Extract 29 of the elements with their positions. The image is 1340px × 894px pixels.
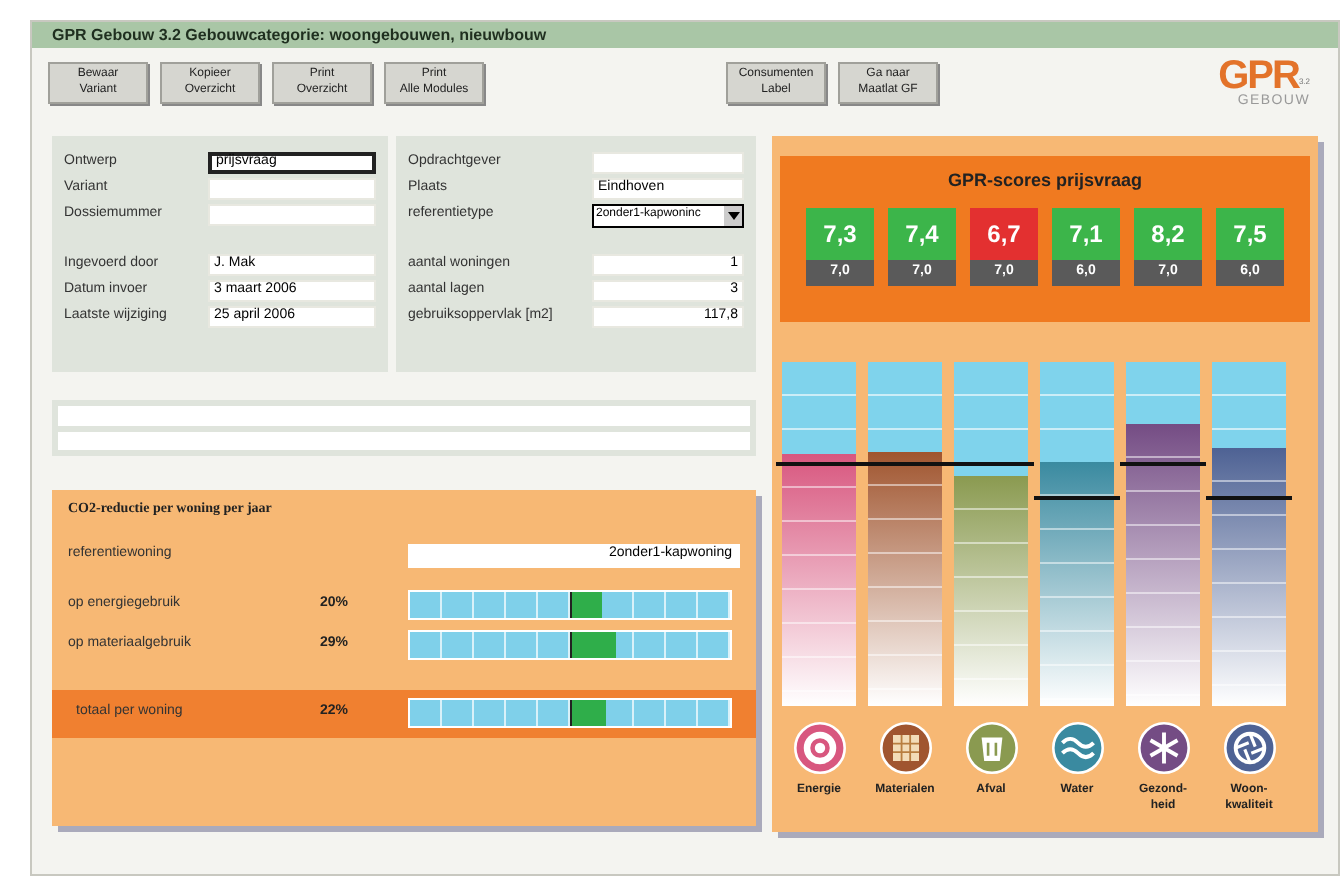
score-tile: 7,3 <box>806 207 874 259</box>
score-tile: 7,4 <box>888 207 956 259</box>
marker-line <box>570 591 572 617</box>
input-field[interactable] <box>208 178 376 200</box>
marker-line <box>570 700 572 726</box>
reduction-segment <box>570 631 617 657</box>
input-field[interactable] <box>58 406 750 425</box>
bin-icon[interactable] <box>965 722 1017 774</box>
caret-icon <box>727 211 739 219</box>
score-tile: 7,1 <box>1052 207 1120 259</box>
target-line <box>1206 495 1292 500</box>
input-field[interactable] <box>592 152 744 174</box>
aperture-icon[interactable] <box>1223 722 1275 774</box>
score-tile: 8,2 <box>1134 207 1202 259</box>
waves-icon[interactable] <box>1051 722 1103 774</box>
window-title: GPR Gebouw 3.2 Gebouwcategorie: woongebouwen, nieuwbouw <box>52 23 547 47</box>
panel-title: GPR-scores prijsvraag <box>947 168 1143 194</box>
reduction-segment <box>570 700 606 726</box>
grid-icon[interactable] <box>879 722 931 774</box>
score-tile: 7,5 <box>1216 207 1284 259</box>
input-field[interactable] <box>58 431 750 450</box>
score-tile: 6,7 <box>970 207 1038 259</box>
marker-line <box>570 631 572 657</box>
target-line <box>1034 495 1120 500</box>
logo-text: GPR <box>1218 57 1299 93</box>
input-field[interactable] <box>208 204 376 226</box>
snowflake-icon[interactable] <box>1137 722 1189 774</box>
target-line <box>1120 461 1206 466</box>
reduction-segment <box>570 591 602 617</box>
